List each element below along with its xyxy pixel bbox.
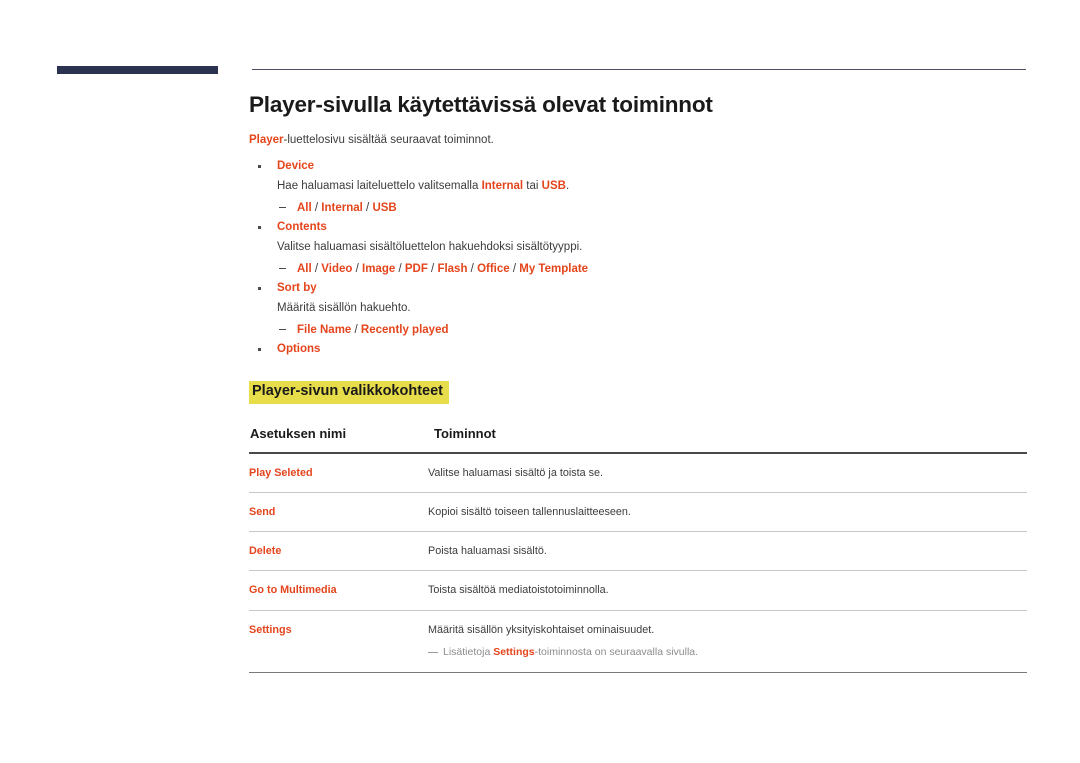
bullet-label: Sort by (277, 282, 317, 295)
list-item: Contents Valitse haluamasi sisältöluettel… (249, 219, 1027, 278)
function-description-text: Poista haluamasi sisältö. (428, 545, 547, 558)
function-description-text: Määritä sisällön yksityiskohtaiset omina… (428, 623, 655, 636)
page-header-decoration (0, 0, 1080, 90)
function-description-text: Toista sisältöä mediatoistotoiminnolla. (428, 584, 609, 597)
cell-setting-name: Settings (249, 610, 428, 673)
inline-text: Valitse haluamasi sisältöluettelon hakue… (277, 240, 583, 253)
option-value: Video (321, 262, 353, 275)
function-description-text: Valitse haluamasi sisältö ja toista se. (428, 466, 604, 479)
option-value: All (297, 262, 312, 275)
table-header-row: Asetuksen nimi Toiminnot (249, 425, 1027, 454)
row-note: Lisätietoja Settings-toiminnosta on seur… (428, 645, 1027, 661)
option-separator: / (311, 262, 322, 275)
dash-marker-icon (279, 328, 286, 331)
option-separator: / (467, 262, 478, 275)
cell-setting-name: Delete (249, 531, 428, 572)
bullet-label: Options (277, 343, 321, 356)
intro-paragraph: Player-luettelosivu sisältää seuraavat t… (249, 132, 1027, 149)
note-text-after: -toiminnosta on seuraavalla sivulla. (534, 645, 699, 658)
column-header-setting-name: Asetuksen nimi (249, 425, 428, 454)
inline-text: Hae haluamasi laiteluettelo valitsemalla (277, 179, 482, 192)
cell-setting-name: Play Seleted (249, 452, 428, 494)
feature-bullet-list: Device Hae haluamasi laiteluettelo valits… (249, 158, 1027, 359)
bullet-dot-icon (258, 165, 261, 168)
cell-function-description: Toista sisältöä mediatoistotoiminnolla. (428, 570, 1027, 611)
dash-marker-icon (279, 206, 286, 209)
cell-function-description: Valitse haluamasi sisältö ja toista se. (428, 452, 1027, 494)
inline-text: Määritä sisällön hakuehto. (277, 301, 411, 314)
option-separator: / (362, 201, 373, 214)
option-value: File Name (297, 323, 352, 336)
list-item: Device Hae haluamasi laiteluettelo valits… (249, 158, 1027, 217)
cell-function-description: Määritä sisällön yksityiskohtaiset omina… (428, 610, 1027, 673)
bullet-label: Contents (277, 221, 327, 234)
inline-text: tai (523, 179, 542, 192)
inline-keyword: Internal (481, 179, 524, 192)
bullet-dot-icon (258, 226, 261, 229)
inline-text: . (565, 179, 570, 192)
cell-setting-name: Send (249, 492, 428, 533)
option-separator: / (395, 262, 405, 275)
section-heading: Player-sivun valikkokohteet (249, 380, 449, 404)
bullet-sub-options: File Name / Recently played (277, 321, 1027, 339)
list-item: Options (249, 341, 1027, 359)
option-value: Image (362, 262, 396, 275)
page-title: Player-sivulla käytettävissä olevat toim… (249, 92, 713, 117)
option-value: Recently played (360, 323, 449, 336)
dash-marker-icon (279, 267, 286, 270)
function-description-text: Kopioi sisältö toiseen tallennuslaittees… (428, 506, 631, 519)
bullet-description: Määritä sisällön hakuehto. (277, 300, 1027, 318)
table-row: Settings Määritä sisällön yksityiskohtais… (249, 610, 1027, 673)
option-value: Office (477, 262, 510, 275)
table-row: Delete Poista haluamasi sisältö. (249, 531, 1027, 572)
bullet-dot-icon (258, 348, 261, 351)
decorative-header-rule (252, 69, 1026, 70)
decorative-navy-bar (57, 66, 218, 74)
section-heading-wrap: Player-sivun valikkokohteet (249, 380, 1027, 404)
list-item: Sort by Määritä sisällön hakuehto. File Na… (249, 280, 1027, 339)
note-dash-icon (428, 651, 438, 654)
note-keyword: Settings (493, 645, 535, 658)
option-separator: / (351, 323, 361, 336)
table-row: Go to Multimedia Toista sisältöä mediatoi… (249, 570, 1027, 611)
bullet-dot-icon (258, 287, 261, 290)
cell-function-description: Kopioi sisältö toiseen tallennuslaittees… (428, 492, 1027, 533)
note-text-before: Lisätietoja (443, 645, 494, 658)
menu-items-table: Asetuksen nimi Toiminnot Play Seleted Val… (249, 425, 1027, 673)
bullet-description: Hae haluamasi laiteluettelo valitsemalla… (277, 178, 1027, 196)
option-value: Flash (437, 262, 468, 275)
intro-prefix: Player (249, 133, 284, 146)
option-separator: / (311, 201, 322, 214)
cell-setting-name: Go to Multimedia (249, 570, 428, 611)
inline-keyword: USB (541, 179, 566, 192)
table-row: Send Kopioi sisältö toiseen tallennuslait… (249, 492, 1027, 533)
option-value: My Template (519, 262, 589, 275)
cell-function-description: Poista haluamasi sisältö. (428, 531, 1027, 572)
option-value: Internal (321, 201, 363, 214)
option-separator: / (509, 262, 520, 275)
option-value: All (297, 201, 312, 214)
table-row: Play Seleted Valitse haluamasi sisältö ja… (249, 452, 1027, 494)
page-content: Player-sivulla käytettävissä olevat toim… (249, 92, 1027, 673)
intro-rest: -luettelosivu sisältää seuraavat toiminn… (283, 133, 494, 146)
bullet-sub-options: All / Internal / USB (277, 199, 1027, 217)
bullet-label: Device (277, 160, 315, 173)
option-value: USB (372, 201, 397, 214)
column-header-functions: Toiminnot (428, 425, 1027, 454)
option-separator: / (427, 262, 438, 275)
bullet-sub-options: All / Video / Image / PDF / Flash / Offi… (277, 260, 1027, 278)
bullet-description: Valitse haluamasi sisältöluettelon hakue… (277, 239, 1027, 257)
option-separator: / (352, 262, 362, 275)
option-value: PDF (404, 262, 428, 275)
